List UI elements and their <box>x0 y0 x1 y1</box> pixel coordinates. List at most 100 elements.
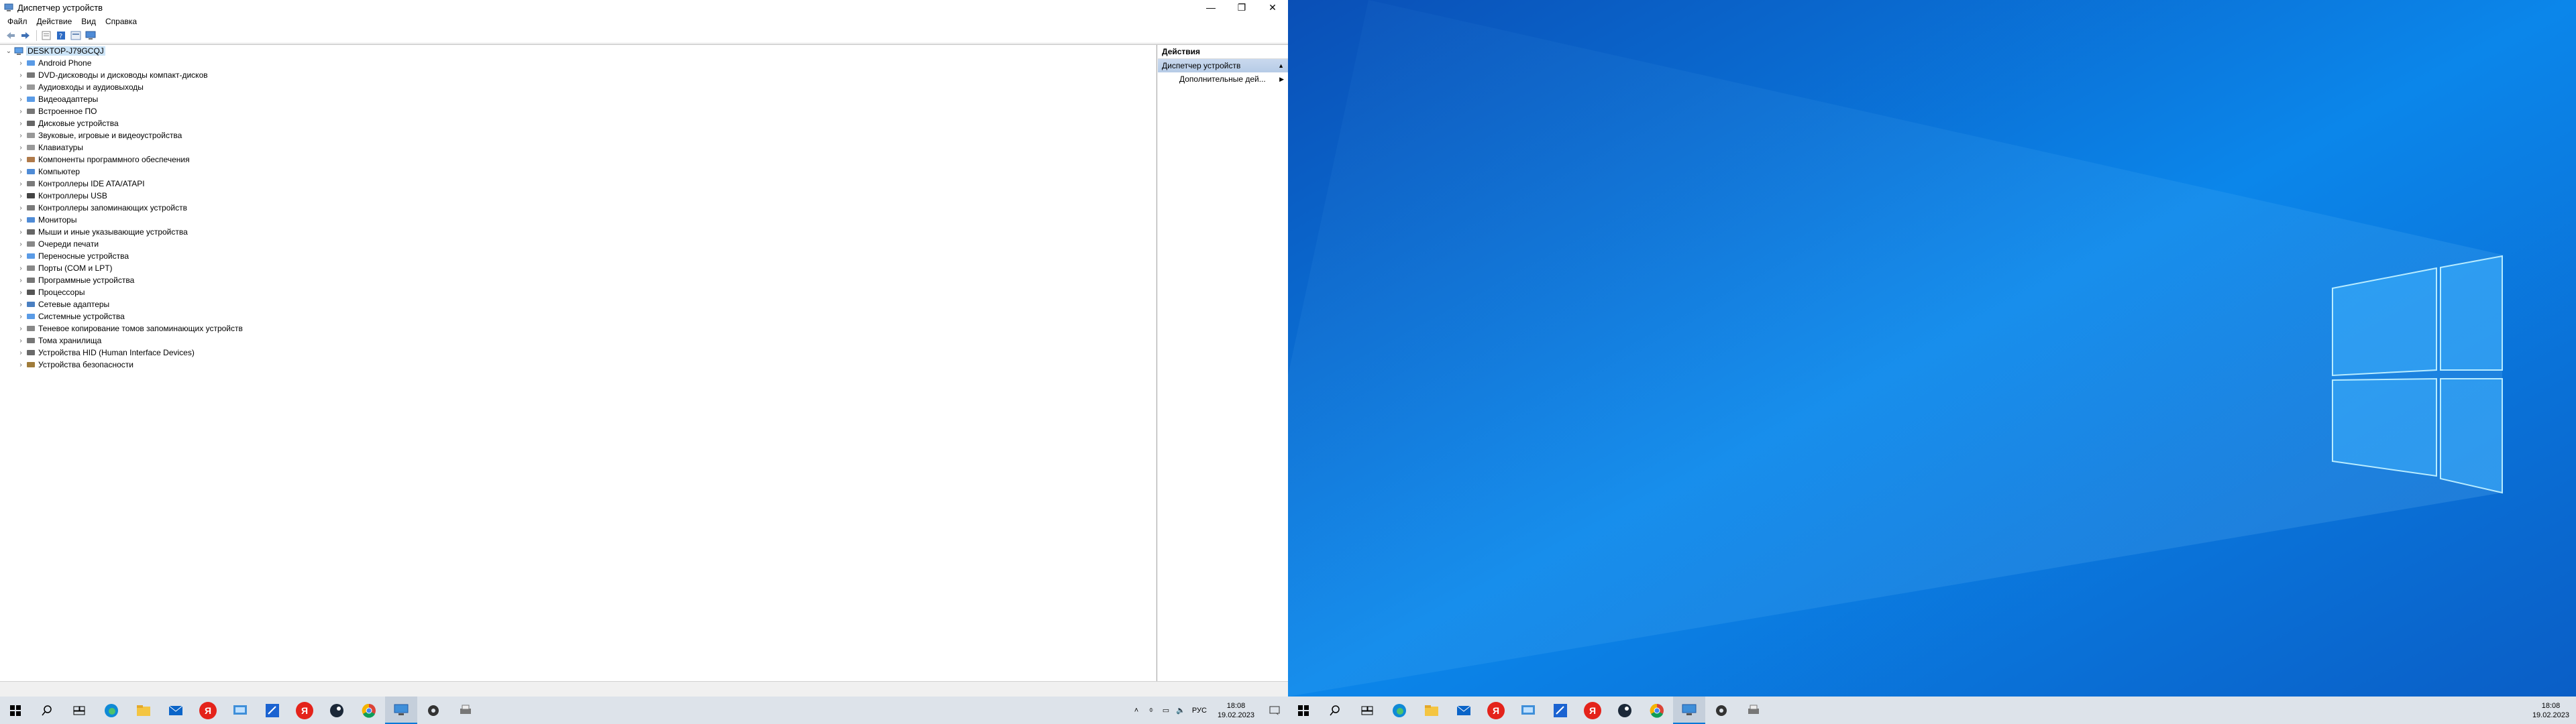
chevron-right-icon[interactable]: › <box>16 325 25 333</box>
screen-icon[interactable] <box>1512 697 1544 724</box>
screen-icon[interactable] <box>224 697 256 724</box>
tree-item[interactable]: › Сетевые адаптеры <box>0 298 1157 310</box>
yandex-browser-icon[interactable]: Я <box>1576 697 1609 724</box>
edge-icon[interactable] <box>95 697 127 724</box>
chevron-right-icon[interactable]: › <box>16 168 25 176</box>
chevron-down-icon[interactable]: ⌄ <box>4 48 13 55</box>
tree-item[interactable]: › Системные устройства <box>0 310 1157 322</box>
chevron-right-icon[interactable]: › <box>16 229 25 236</box>
device-manager-icon[interactable] <box>1673 697 1705 724</box>
file-explorer-icon[interactable] <box>127 697 160 724</box>
search-icon[interactable] <box>1319 697 1351 724</box>
chevron-right-icon[interactable]: › <box>16 253 25 260</box>
chevron-right-icon[interactable]: › <box>16 144 25 152</box>
restore-button[interactable]: ❐ <box>1226 0 1257 15</box>
chevron-up-icon[interactable]: ˄ <box>1129 707 1144 715</box>
vscode-like-icon[interactable] <box>256 697 288 724</box>
back-arrow-icon[interactable] <box>4 29 17 42</box>
chevron-right-icon[interactable]: › <box>16 349 25 357</box>
chevron-right-icon[interactable]: › <box>16 84 25 91</box>
chevron-right-icon[interactable]: › <box>16 60 25 67</box>
vscode-like-icon[interactable] <box>1544 697 1576 724</box>
tree-item[interactable]: › Тома хранилища <box>0 335 1157 347</box>
more-actions-item[interactable]: Дополнительные дей... ▶ <box>1158 72 1288 86</box>
steam-icon[interactable] <box>1609 697 1641 724</box>
volume-icon[interactable]: 🔈 <box>1173 706 1188 715</box>
task-view-icon[interactable] <box>63 697 95 724</box>
close-button[interactable]: ✕ <box>1257 0 1288 15</box>
notification-icon[interactable] <box>1261 706 1288 715</box>
properties-icon[interactable] <box>40 29 53 42</box>
tree-item[interactable]: › Устройства HID (Human Interface Devices… <box>0 347 1157 359</box>
settings-icon[interactable] <box>417 697 449 724</box>
printer-icon[interactable] <box>449 697 482 724</box>
tree-item[interactable]: › Контроллеры IDE ATA/ATAPI <box>0 178 1157 190</box>
edge-icon[interactable] <box>1383 697 1415 724</box>
chevron-right-icon[interactable]: › <box>16 277 25 284</box>
device-manager-icon[interactable] <box>385 697 417 724</box>
actions-section[interactable]: Диспетчер устройств ▲ <box>1158 59 1288 72</box>
collapse-up-icon[interactable]: ▲ <box>1278 62 1284 69</box>
windows-start-icon[interactable] <box>0 697 31 724</box>
printer-icon[interactable] <box>1737 697 1770 724</box>
tree-item[interactable]: › Аудиовходы и аудиовыходы <box>0 81 1157 93</box>
yandex-browser-icon[interactable]: Я <box>288 697 321 724</box>
tree-item[interactable]: › Процессоры <box>0 286 1157 298</box>
chevron-right-icon[interactable]: › <box>16 265 25 272</box>
chevron-right-icon[interactable]: › <box>16 96 25 103</box>
search-icon[interactable] <box>31 697 63 724</box>
chevron-right-icon[interactable]: › <box>16 192 25 200</box>
forward-arrow-icon[interactable] <box>19 29 32 42</box>
chevron-right-icon[interactable]: › <box>16 180 25 188</box>
chevron-right-icon[interactable]: › <box>16 361 25 369</box>
mail-icon[interactable] <box>1448 697 1480 724</box>
tree-item[interactable]: › DVD-дисководы и дисководы компакт-диско… <box>0 69 1157 81</box>
chevron-right-icon[interactable]: › <box>16 217 25 224</box>
monitor-scan-icon[interactable] <box>84 29 97 42</box>
file-explorer-icon[interactable] <box>1415 697 1448 724</box>
yandex-browser-icon[interactable]: Я <box>192 697 224 724</box>
tree-item[interactable]: › Переносные устройства <box>0 250 1157 262</box>
chevron-right-icon[interactable]: › <box>16 204 25 212</box>
tree-item[interactable]: › Теневое копирование томов запоминающих … <box>0 322 1157 335</box>
view-resources-icon[interactable] <box>69 29 83 42</box>
usb-icon[interactable]: ⌽ <box>1144 706 1159 715</box>
tree-item[interactable]: › Клавиатуры <box>0 141 1157 154</box>
task-view-icon[interactable] <box>1351 697 1383 724</box>
tree-item[interactable]: › Компоненты программного обеспечения <box>0 154 1157 166</box>
chevron-right-icon[interactable]: › <box>16 301 25 308</box>
yandex-browser-icon[interactable]: Я <box>1480 697 1512 724</box>
chevron-right-icon[interactable]: › <box>16 156 25 164</box>
chevron-right-icon[interactable]: › <box>16 337 25 345</box>
menu-view[interactable]: Вид <box>76 17 101 26</box>
clock-right[interactable]: 18:08 19.02.2023 <box>2526 701 2576 720</box>
settings-icon[interactable] <box>1705 697 1737 724</box>
steam-icon[interactable] <box>321 697 353 724</box>
menu-help[interactable]: Справка <box>101 17 142 26</box>
menu-file[interactable]: Файл <box>3 17 32 26</box>
chrome-icon[interactable] <box>353 697 385 724</box>
clock[interactable]: 18:08 19.02.2023 <box>1211 701 1261 720</box>
tree-item[interactable]: › Контроллеры USB <box>0 190 1157 202</box>
chevron-right-icon[interactable]: › <box>16 108 25 115</box>
tree-item[interactable]: › Очереди печати <box>0 238 1157 250</box>
title-bar[interactable]: Диспетчер устройств — ❐ ✕ <box>0 0 1288 15</box>
chrome-icon[interactable] <box>1641 697 1673 724</box>
tree-item[interactable]: › Мыши и иные указывающие устройства <box>0 226 1157 238</box>
tree-item[interactable]: › Видеоадаптеры <box>0 93 1157 105</box>
tree-item[interactable]: › Программные устройства <box>0 274 1157 286</box>
minimize-button[interactable]: — <box>1195 0 1226 15</box>
tree-item[interactable]: › Компьютер <box>0 166 1157 178</box>
menu-action[interactable]: Действие <box>32 17 77 26</box>
chevron-right-icon[interactable]: › <box>16 120 25 127</box>
help-icon[interactable]: ? <box>54 29 68 42</box>
tree-item[interactable]: › Устройства безопасности <box>0 359 1157 371</box>
tree-item[interactable]: › Контроллеры запоминающих устройств <box>0 202 1157 214</box>
tree-item[interactable]: › Звуковые, игровые и видеоустройства <box>0 129 1157 141</box>
chevron-right-icon[interactable]: › <box>16 313 25 320</box>
language-indicator[interactable]: РУС <box>1188 707 1211 715</box>
chevron-right-icon[interactable]: › <box>16 132 25 139</box>
windows-start-icon[interactable] <box>1288 697 1319 724</box>
tree-root[interactable]: ⌄ DESKTOP-J79GCQJ <box>0 45 1157 57</box>
chevron-right-icon[interactable]: › <box>16 72 25 79</box>
